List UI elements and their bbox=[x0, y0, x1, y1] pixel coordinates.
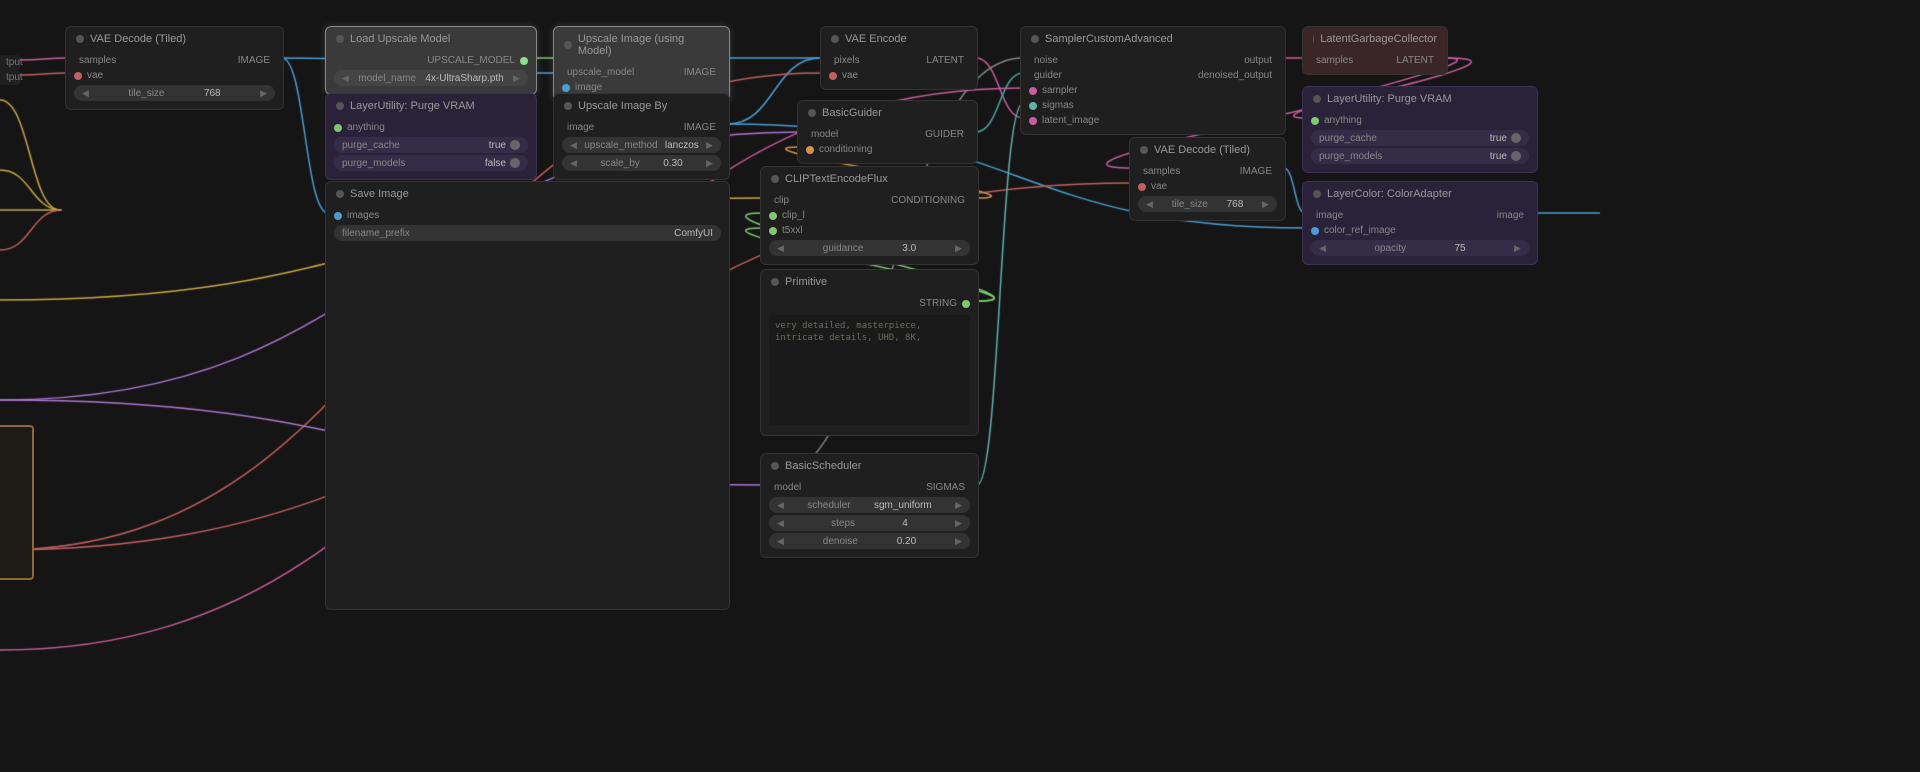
node-title: LayerUtility: Purge VRAM bbox=[1327, 93, 1452, 105]
node-primitive[interactable]: Primitive STRING very detailed, masterpi… bbox=[760, 269, 979, 436]
node-color-adapter[interactable]: LayerColor: ColorAdapter image image col… bbox=[1302, 181, 1538, 265]
node-upscale-image-model[interactable]: Upscale Image (using Model) upscale_mode… bbox=[553, 26, 730, 102]
node-sampler-custom-advanced[interactable]: SamplerCustomAdvanced noise output guide… bbox=[1020, 26, 1286, 135]
node-title: VAE Encode bbox=[845, 33, 907, 45]
side-panel-fragment bbox=[0, 425, 34, 580]
tile-size-widget[interactable]: ◀ tile_size 768 ▶ bbox=[1138, 196, 1277, 212]
node-clip-text-encode-flux[interactable]: CLIPTextEncodeFlux clip CONDITIONING cli… bbox=[760, 166, 979, 265]
upscale-method-widget[interactable]: ◀ upscale_method lanczos ▶ bbox=[562, 137, 721, 153]
scheduler-widget[interactable]: ◀ scheduler sgm_uniform ▶ bbox=[769, 497, 970, 513]
filename-prefix-widget[interactable]: filename_prefix ComfyUI bbox=[334, 225, 721, 241]
node-title: BasicGuider bbox=[822, 107, 882, 119]
purge-models-widget[interactable]: purge_models true bbox=[1311, 148, 1529, 164]
output-fragment-2: tput bbox=[0, 70, 20, 85]
node-title: LayerColor: ColorAdapter bbox=[1327, 188, 1452, 200]
node-latent-gc[interactable]: LatentGarbageCollector samples LATENT bbox=[1302, 26, 1448, 75]
node-title: VAE Decode (Tiled) bbox=[90, 33, 186, 45]
node-title: Upscale Image (using Model) bbox=[578, 33, 719, 57]
scale-by-widget[interactable]: ◀ scale_by 0.30 ▶ bbox=[562, 155, 721, 171]
model-name-widget[interactable]: ◀ model_name 4x-UltraSharp.pth ▶ bbox=[334, 70, 528, 86]
purge-models-widget[interactable]: purge_models false bbox=[334, 155, 528, 171]
node-vae-encode[interactable]: VAE Encode pixels LATENT vae bbox=[820, 26, 978, 90]
guidance-widget[interactable]: ◀ guidance 3.0 ▶ bbox=[769, 240, 970, 256]
node-header[interactable]: LayerUtility: Purge VRAM bbox=[326, 94, 536, 118]
node-header[interactable]: Load Upscale Model bbox=[326, 27, 536, 51]
tile-size-widget[interactable]: ◀ tile_size 768 ▶ bbox=[74, 85, 275, 101]
node-load-upscale-model[interactable]: Load Upscale Model UPSCALE_MODEL ◀ model… bbox=[325, 26, 537, 95]
node-basic-guider[interactable]: BasicGuider model GUIDER conditioning bbox=[797, 100, 978, 164]
purge-cache-widget[interactable]: purge_cache true bbox=[334, 137, 528, 153]
node-vae-decode-tiled-2[interactable]: VAE Decode (Tiled) samples IMAGE vae ◀ t… bbox=[1129, 137, 1286, 221]
output-fragment-1: tput bbox=[0, 55, 20, 70]
steps-widget[interactable]: ◀ steps 4 ▶ bbox=[769, 515, 970, 531]
node-header[interactable]: Upscale Image (using Model) bbox=[554, 27, 729, 63]
denoise-widget[interactable]: ◀ denoise 0.20 ▶ bbox=[769, 533, 970, 549]
node-title: BasicScheduler bbox=[785, 460, 861, 472]
node-header[interactable]: VAE Decode (Tiled) bbox=[66, 27, 283, 51]
node-title: Upscale Image By bbox=[578, 100, 667, 112]
node-save-image[interactable]: Save Image images filename_prefix ComfyU… bbox=[325, 181, 730, 610]
node-title: CLIPTextEncodeFlux bbox=[785, 173, 888, 185]
node-title: SamplerCustomAdvanced bbox=[1045, 33, 1173, 45]
node-title: LatentGarbageCollector bbox=[1320, 33, 1437, 45]
node-upscale-image-by[interactable]: Upscale Image By image IMAGE ◀ upscale_m… bbox=[553, 93, 730, 180]
node-title: Load Upscale Model bbox=[350, 33, 450, 45]
node-purge-vram[interactable]: LayerUtility: Purge VRAM anything purge_… bbox=[325, 93, 537, 180]
node-vae-decode-tiled[interactable]: VAE Decode (Tiled) samples IMAGE vae ◀ t… bbox=[65, 26, 284, 110]
node-title: LayerUtility: Purge VRAM bbox=[350, 100, 475, 112]
node-title: Primitive bbox=[785, 276, 827, 288]
primitive-textarea[interactable]: very detailed, masterpiece, intricate de… bbox=[769, 315, 970, 425]
purge-cache-widget[interactable]: purge_cache true bbox=[1311, 130, 1529, 146]
node-title: VAE Decode (Tiled) bbox=[1154, 144, 1250, 156]
node-purge-vram-2[interactable]: LayerUtility: Purge VRAM anything purge_… bbox=[1302, 86, 1538, 173]
node-title: Save Image bbox=[350, 188, 409, 200]
node-basic-scheduler[interactable]: BasicScheduler model SIGMAS ◀ scheduler … bbox=[760, 453, 979, 558]
opacity-widget[interactable]: ◀ opacity 75 ▶ bbox=[1311, 240, 1529, 256]
